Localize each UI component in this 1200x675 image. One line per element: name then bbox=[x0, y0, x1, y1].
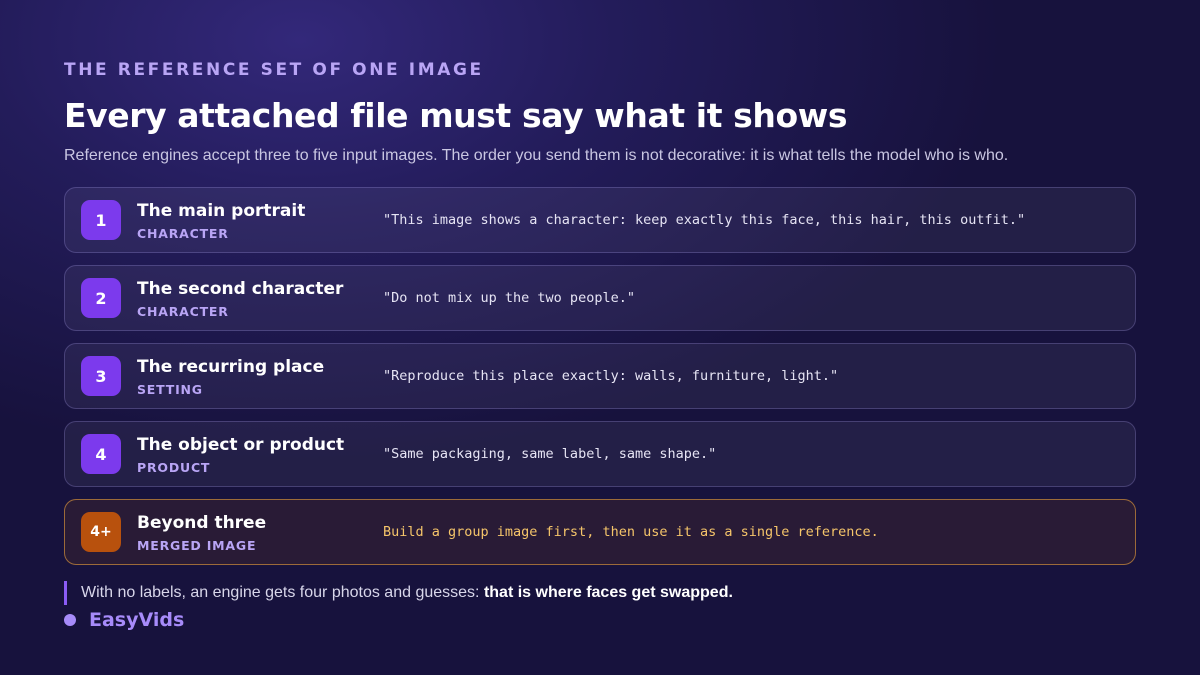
card-number-badge: 4+ bbox=[81, 512, 121, 552]
card-number-badge: 3 bbox=[81, 356, 121, 396]
card-title: The second character bbox=[137, 279, 344, 299]
card-quote: "This image shows a character: keep exac… bbox=[383, 212, 1026, 228]
card-tag: PRODUCT bbox=[137, 460, 211, 475]
brand: EasyVids bbox=[64, 609, 184, 631]
card-tag: SETTING bbox=[137, 382, 203, 397]
footer-note-text: With no labels, an engine gets four phot… bbox=[81, 584, 484, 601]
card-title: The object or product bbox=[137, 435, 345, 455]
card-quote: "Same packaging, same label, same shape.… bbox=[383, 446, 717, 462]
card-number-badge: 2 bbox=[81, 278, 121, 318]
reference-card-4: 4 The object or product PRODUCT "Same pa… bbox=[64, 421, 1136, 487]
reference-card-3: 3 The recurring place SETTING "Reproduce… bbox=[64, 343, 1136, 409]
card-number-badge: 1 bbox=[81, 200, 121, 240]
brand-dot-icon bbox=[64, 614, 76, 626]
card-tag: CHARACTER bbox=[137, 304, 229, 319]
card-number-badge: 4 bbox=[81, 434, 121, 474]
reference-card-merged: 4+ Beyond three MERGED IMAGE Build a gro… bbox=[64, 499, 1136, 565]
footer-note: With no labels, an engine gets four phot… bbox=[64, 581, 733, 605]
card-title: The recurring place bbox=[137, 357, 325, 377]
reference-card-1: 1 The main portrait CHARACTER "This imag… bbox=[64, 187, 1136, 253]
reference-card-2: 2 The second character CHARACTER "Do not… bbox=[64, 265, 1136, 331]
footer-note-emphasis: that is where faces get swapped. bbox=[483, 584, 733, 601]
brand-name: EasyVids bbox=[89, 609, 185, 631]
card-tag: CHARACTER bbox=[137, 226, 229, 241]
card-quote: "Do not mix up the two people." bbox=[383, 290, 635, 306]
eyebrow-label: THE REFERENCE SET OF ONE IMAGE bbox=[64, 60, 484, 80]
card-title: Beyond three bbox=[137, 513, 267, 533]
card-title: The main portrait bbox=[137, 201, 306, 221]
card-tag: MERGED IMAGE bbox=[137, 538, 257, 553]
card-quote: "Reproduce this place exactly: walls, fu… bbox=[383, 368, 839, 384]
page-subtitle: Reference engines accept three to five i… bbox=[64, 147, 1009, 164]
page-title: Every attached file must say what it sho… bbox=[64, 96, 848, 135]
card-quote: Build a group image first, then use it a… bbox=[383, 524, 879, 540]
